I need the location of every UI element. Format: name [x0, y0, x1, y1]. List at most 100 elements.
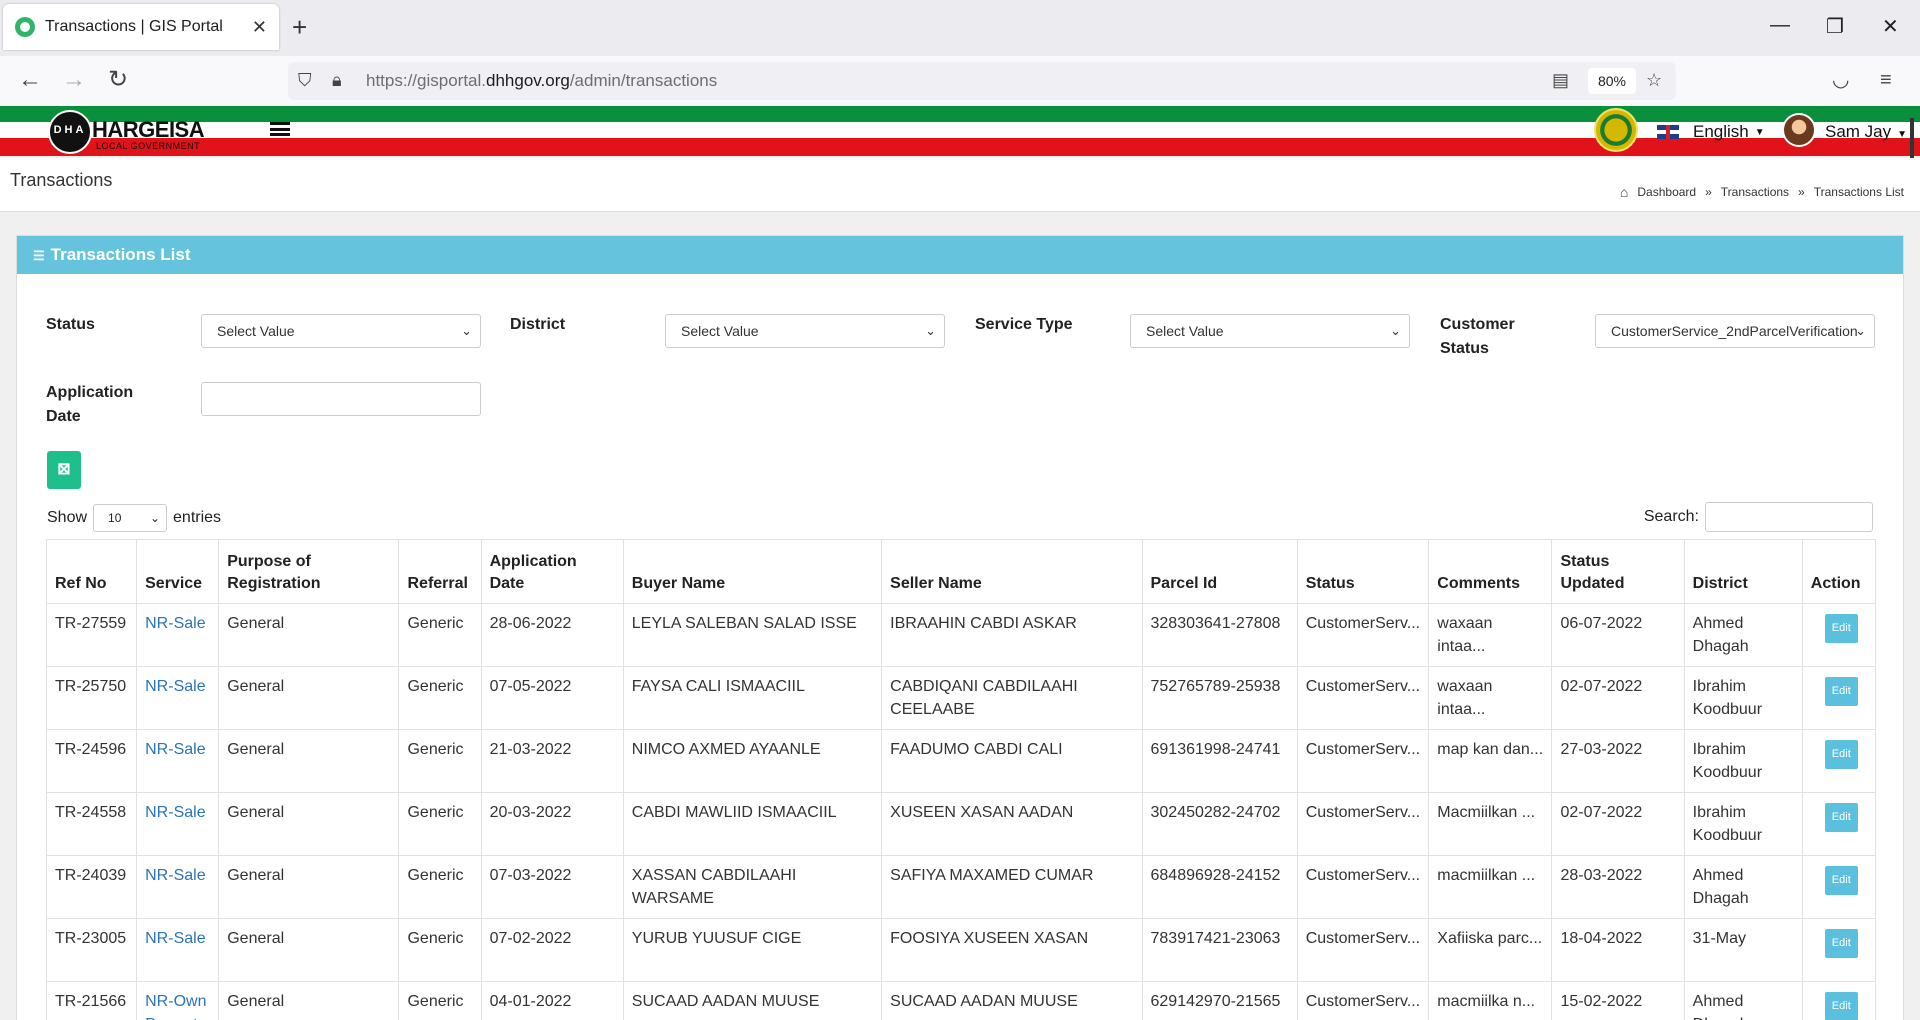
- close-tab-icon[interactable]: ✕: [252, 17, 267, 38]
- status-cell: CustomerServ...: [1296, 729, 1430, 793]
- parcel-id-cell: 629142970-21565: [1141, 981, 1298, 1020]
- buyer-name-cell: XASSAN CABDILAAHI WARSAME: [622, 855, 883, 919]
- language-dropdown[interactable]: English ▼: [1657, 122, 1765, 142]
- service-link[interactable]: NR-Sale: [136, 603, 220, 667]
- transactions-table: Ref No Service Purpose of Registration R…: [45, 539, 1877, 1020]
- caret-down-icon: ▼: [1897, 129, 1908, 140]
- column-header[interactable]: Ref No: [45, 539, 138, 604]
- edit-button[interactable]: Edit: [1824, 614, 1858, 643]
- status-updated-cell: 06-07-2022: [1551, 603, 1685, 667]
- referral-cell: Generic: [398, 729, 482, 793]
- service-link[interactable]: NR-Sale: [136, 918, 220, 982]
- search-input[interactable]: [1705, 502, 1873, 532]
- lock-icon[interactable]: 🔒︎: [332, 70, 342, 91]
- url-text[interactable]: https://gisportal.dhhgov.org/admin/trans…: [366, 71, 717, 91]
- logo-title[interactable]: HARGEISA: [92, 117, 205, 143]
- home-icon[interactable]: ⌂: [1620, 184, 1628, 200]
- app-header: DHA HARGEISA LOCAL GOVERNMENT English ▼ …: [0, 106, 1920, 156]
- column-header[interactable]: Purpose of Registration: [218, 539, 400, 604]
- excel-icon: ⊠: [57, 461, 71, 478]
- column-header[interactable]: District: [1683, 539, 1803, 604]
- bookmark-star-icon[interactable]: ☆: [1646, 70, 1662, 91]
- sidebar-toggle-icon[interactable]: [270, 122, 290, 136]
- column-header[interactable]: Referral: [398, 539, 482, 604]
- breadcrumb-transactions[interactable]: Transactions: [1721, 185, 1789, 199]
- service-link[interactable]: NR-Sale: [136, 855, 220, 919]
- seller-name-cell: XUSEEN XASAN AADAN: [881, 792, 1143, 856]
- district-select[interactable]: Select Value ⌄: [665, 314, 945, 348]
- page-scrollbar[interactable]: [1910, 118, 1914, 158]
- service-link[interactable]: NR-Sale: [136, 729, 220, 793]
- application-date-input[interactable]: [201, 382, 481, 416]
- comments-cell: waxaan intaa...: [1428, 666, 1553, 730]
- status-cell: CustomerServ...: [1296, 666, 1430, 730]
- zoom-level[interactable]: 80%: [1588, 68, 1636, 94]
- referral-cell: Generic: [398, 666, 482, 730]
- edit-button[interactable]: Edit: [1824, 740, 1858, 769]
- service-type-select[interactable]: Select Value ⌄: [1130, 314, 1410, 348]
- comments-cell: waxaan intaa...: [1428, 603, 1553, 667]
- column-header[interactable]: Status: [1296, 539, 1430, 604]
- browser-tab[interactable]: Transactions | GIS Portal ✕: [3, 4, 279, 50]
- status-select[interactable]: Select Value ⌄: [201, 314, 481, 348]
- minimize-icon[interactable]: —: [1770, 14, 1790, 37]
- logo-emblem-icon[interactable]: DHA: [48, 110, 92, 154]
- district-cell: Ahmed Dhagah: [1683, 603, 1803, 667]
- window-close-icon[interactable]: ✕: [1882, 14, 1899, 39]
- seller-name-cell: FOOSIYA XUSEEN XASAN: [881, 918, 1143, 982]
- edit-button[interactable]: Edit: [1824, 992, 1858, 1020]
- district-cell: Ibrahim Koodbuur: [1683, 666, 1803, 730]
- table-search: Search:: [1644, 502, 1873, 532]
- ref-no-cell: TR-27559: [45, 603, 138, 667]
- purpose-cell: General: [218, 792, 400, 856]
- shield-icon[interactable]: ⛉: [298, 70, 312, 91]
- new-tab-icon[interactable]: +: [292, 12, 307, 42]
- column-header[interactable]: Action: [1801, 539, 1877, 604]
- column-header[interactable]: Buyer Name: [622, 539, 883, 604]
- column-header[interactable]: Application Date: [480, 539, 624, 604]
- page-length-select[interactable]: 10 ⌄: [93, 504, 168, 532]
- reload-icon[interactable]: ↻: [108, 66, 128, 94]
- pocket-icon[interactable]: ◡: [1832, 66, 1849, 94]
- status-updated-cell: 15-02-2022: [1551, 981, 1685, 1020]
- menu-icon[interactable]: ≡: [1880, 66, 1892, 94]
- action-cell: Edit: [1801, 666, 1877, 730]
- status-cell: CustomerServ...: [1296, 792, 1430, 856]
- status-updated-cell: 02-07-2022: [1551, 666, 1685, 730]
- edit-button[interactable]: Edit: [1824, 929, 1858, 958]
- reader-view-icon[interactable]: ▤: [1552, 70, 1569, 91]
- status-updated-cell: 27-03-2022: [1551, 729, 1685, 793]
- breadcrumb-dashboard[interactable]: Dashboard: [1637, 185, 1696, 199]
- parcel-id-cell: 328303641-27808: [1141, 603, 1298, 667]
- edit-button[interactable]: Edit: [1824, 866, 1858, 895]
- service-link[interactable]: NR-Own Property: [136, 981, 220, 1020]
- show-label: Show: [47, 509, 88, 526]
- action-cell: Edit: [1801, 918, 1877, 982]
- customer-status-select[interactable]: CustomerService_2ndParcelVerification ⌄: [1595, 314, 1875, 348]
- column-header[interactable]: Comments: [1428, 539, 1553, 604]
- edit-button[interactable]: Edit: [1824, 803, 1858, 832]
- buyer-name-cell: NIMCO AXMED AYAANLE: [622, 729, 883, 793]
- address-bar[interactable]: ⛉ 🔒︎ https://gisportal.dhhgov.org/admin/…: [288, 62, 1676, 100]
- edit-button[interactable]: Edit: [1824, 677, 1858, 706]
- export-excel-button[interactable]: ⊠: [47, 451, 81, 489]
- service-link[interactable]: NR-Sale: [136, 666, 220, 730]
- column-header[interactable]: Parcel Id: [1141, 539, 1298, 604]
- table-row: TR-23005 NR-Sale General Generic 07-02-2…: [45, 918, 1877, 982]
- referral-cell: Generic: [398, 603, 482, 667]
- action-cell: Edit: [1801, 981, 1877, 1020]
- purpose-cell: General: [218, 603, 400, 667]
- chevron-down-icon: ⌄: [1855, 323, 1866, 338]
- service-link[interactable]: NR-Sale: [136, 792, 220, 856]
- forward-icon[interactable]: →: [62, 66, 86, 94]
- site-favicon-icon: [15, 17, 35, 37]
- back-icon[interactable]: ←: [18, 66, 42, 94]
- user-menu[interactable]: Sam Jay ▼: [1825, 122, 1907, 142]
- column-header[interactable]: Seller Name: [881, 539, 1143, 604]
- application-date-cell: 20-03-2022: [480, 792, 624, 856]
- column-header[interactable]: Service: [136, 539, 220, 604]
- avatar[interactable]: [1782, 113, 1816, 147]
- table-row: TR-24596 NR-Sale General Generic 21-03-2…: [45, 729, 1877, 793]
- column-header[interactable]: Status Updated: [1551, 539, 1685, 604]
- restore-icon[interactable]: ❐: [1826, 14, 1844, 39]
